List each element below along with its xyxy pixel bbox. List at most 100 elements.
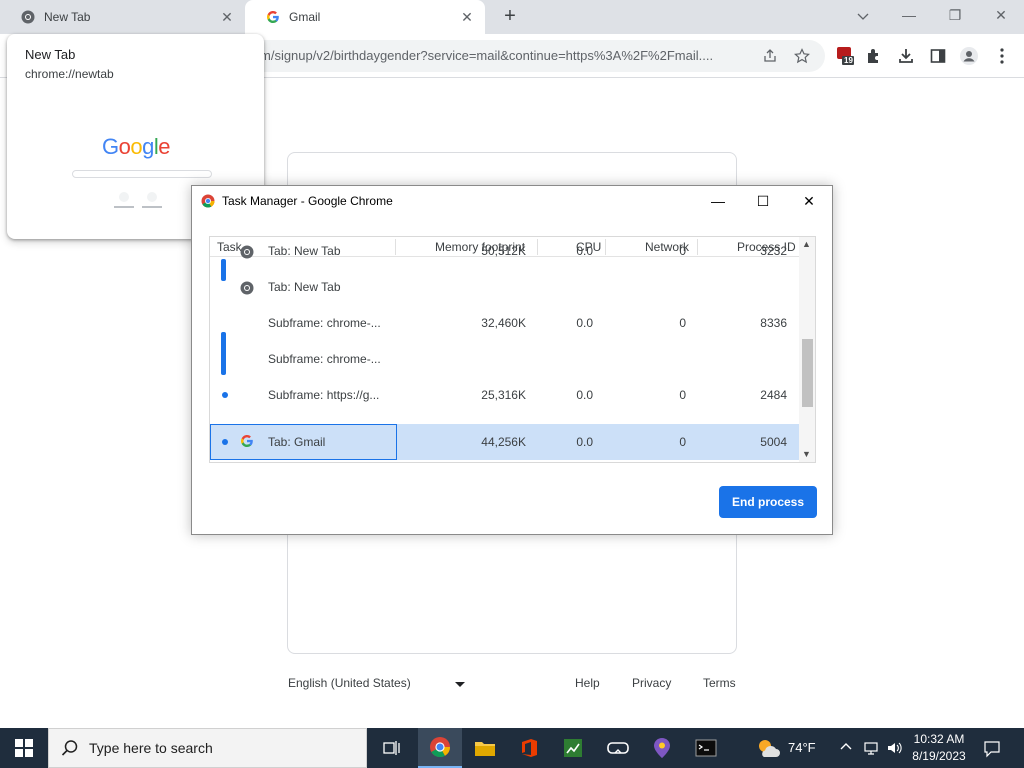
hover-card-url: chrome://newtab [25,67,114,81]
maps-pin-icon[interactable] [640,728,684,768]
terminal-icon[interactable] [684,728,728,768]
system-clock[interactable]: 10:32 AM 8/19/2023 [903,731,975,765]
tab-title: New Tab [44,10,91,24]
process-id-value: 2484 [760,388,787,402]
table-row[interactable]: Subframe: https://g... 25,316K 0.0 0 248… [210,388,799,425]
chrome-icon [20,9,36,25]
puzzle-extensions-icon[interactable] [864,46,884,66]
preview-search-box [72,170,212,178]
scrollbar-thumb[interactable] [802,339,813,407]
end-process-button[interactable]: End process [719,486,817,518]
memory-value: 50,512K [481,244,526,258]
cpu-value: 0.0 [576,244,593,258]
side-panel-icon[interactable] [928,46,948,66]
preview-shortcut-label [142,206,162,208]
tab-strip: New Tab ✕ Gmail ✕ + — ❐ ✕ [0,0,1024,34]
search-placeholder: Type here to search [89,740,213,756]
network-icon[interactable] [863,740,879,756]
vertical-scrollbar[interactable]: ▲ ▼ [799,237,815,462]
process-id-value: 5004 [760,435,787,449]
dropdown-caret-icon[interactable] [455,682,465,687]
footer-link-privacy[interactable]: Privacy [632,676,671,690]
menu-more-icon[interactable] [992,46,1012,66]
task-name: Tab: New Tab [268,244,341,258]
tab-gmail[interactable]: Gmail ✕ [245,0,485,34]
chevron-up-icon[interactable] [838,740,854,756]
vr-headset-icon[interactable] [596,728,640,768]
task-manager-dialog: Task Manager - Google Chrome — ☐ ✕ Task … [191,185,833,535]
chrome-taskbar-icon[interactable] [418,728,462,768]
table-row-selected[interactable]: Tab: Gmail 44,256K 0.0 0 5004 [210,424,799,460]
taskbar-search-box[interactable]: Type here to search [48,728,367,768]
google-logo-letter: G [102,134,119,159]
memory-value: 44,256K [481,435,526,449]
minimize-button[interactable]: — [706,192,730,210]
chrome-icon [240,245,256,261]
task-name: Tab: Gmail [268,435,326,449]
office-icon[interactable] [507,728,551,768]
restore-window-button[interactable]: ❐ [943,5,967,25]
task-name: Subframe: chrome-... [268,352,381,366]
process-table: Task Memory footprint CPU Network Proces… [209,236,816,463]
google-icon [265,9,281,25]
chrome-icon [240,281,256,297]
windows-logo-icon [15,739,33,757]
process-dot-icon [222,392,228,398]
google-logo: Google [102,134,171,160]
network-value: 0 [679,435,686,449]
scroll-up-arrow-icon[interactable]: ▲ [802,239,811,249]
process-id-value: 3232 [760,244,787,258]
minimize-window-button[interactable]: — [897,5,921,25]
file-explorer-icon[interactable] [463,728,507,768]
memory-value: 25,316K [481,388,526,402]
preview-shortcut-label [114,206,134,208]
address-bar[interactable]: m/signup/v2/birthdaygender?service=mail&… [205,40,825,72]
close-button[interactable]: ✕ [797,192,821,210]
google-logo-letter: e [158,134,171,159]
process-id-value: 8336 [760,316,787,330]
extension-badge-icon[interactable]: 19 [835,46,855,66]
notification-center-icon[interactable] [983,740,1000,758]
network-value: 0 [679,244,686,258]
start-button[interactable] [0,728,48,768]
close-tab-icon[interactable]: ✕ [459,9,475,25]
clock-time: 10:32 AM [913,732,965,746]
new-tab-button[interactable]: + [500,6,520,27]
extension-badge-count: 19 [844,56,853,65]
tab-new-tab[interactable]: New Tab ✕ [0,0,245,34]
download-icon[interactable] [896,46,916,66]
footer-link-terms[interactable]: Terms [703,676,736,690]
share-icon[interactable] [762,48,778,64]
close-tab-icon[interactable]: ✕ [219,9,235,25]
address-url[interactable]: m/signup/v2/birthdaygender?service=mail&… [260,48,760,63]
memory-value: 32,460K [481,316,526,330]
network-value: 0 [679,316,686,330]
chrome-logo-icon [201,194,215,208]
google-logo-letter: o [130,134,143,159]
maximize-button[interactable]: ☐ [751,192,775,210]
table-row[interactable]: Subframe: chrome-... [210,352,799,389]
scroll-down-arrow-icon[interactable]: ▼ [802,449,811,459]
table-row[interactable]: Tab: New Tab 50,512K 0.0 0 3232 [210,244,799,281]
cpu-value: 0.0 [576,388,593,402]
chevron-down-icon[interactable] [855,8,871,24]
process-dot-icon [222,439,228,445]
language-select[interactable]: English (United States) [288,676,411,690]
task-view-icon[interactable] [370,728,414,768]
google-logo-letter: o [118,134,131,159]
preview-shortcut [119,192,129,202]
task-manager-title: Task Manager - Google Chrome [222,194,393,208]
table-row[interactable]: Tab: New Tab [210,280,799,317]
google-logo-letter: g [142,134,154,159]
chart-app-icon[interactable] [551,728,595,768]
table-row[interactable]: Subframe: chrome-... 32,460K 0.0 0 8336 [210,316,799,353]
bookmark-star-icon[interactable] [794,48,810,64]
profile-avatar-icon[interactable] [959,46,979,66]
weather-cloud-sun-icon[interactable] [746,728,790,768]
volume-icon[interactable] [886,740,902,756]
close-window-button[interactable]: ✕ [989,5,1013,25]
footer-link-help[interactable]: Help [575,676,600,690]
weather-temperature[interactable]: 74°F [788,740,816,755]
windows-taskbar: Type here to search 74°F 10:32 AM 8/19/2… [0,728,1024,768]
task-manager-titlebar[interactable]: Task Manager - Google Chrome — ☐ ✕ [192,186,832,216]
